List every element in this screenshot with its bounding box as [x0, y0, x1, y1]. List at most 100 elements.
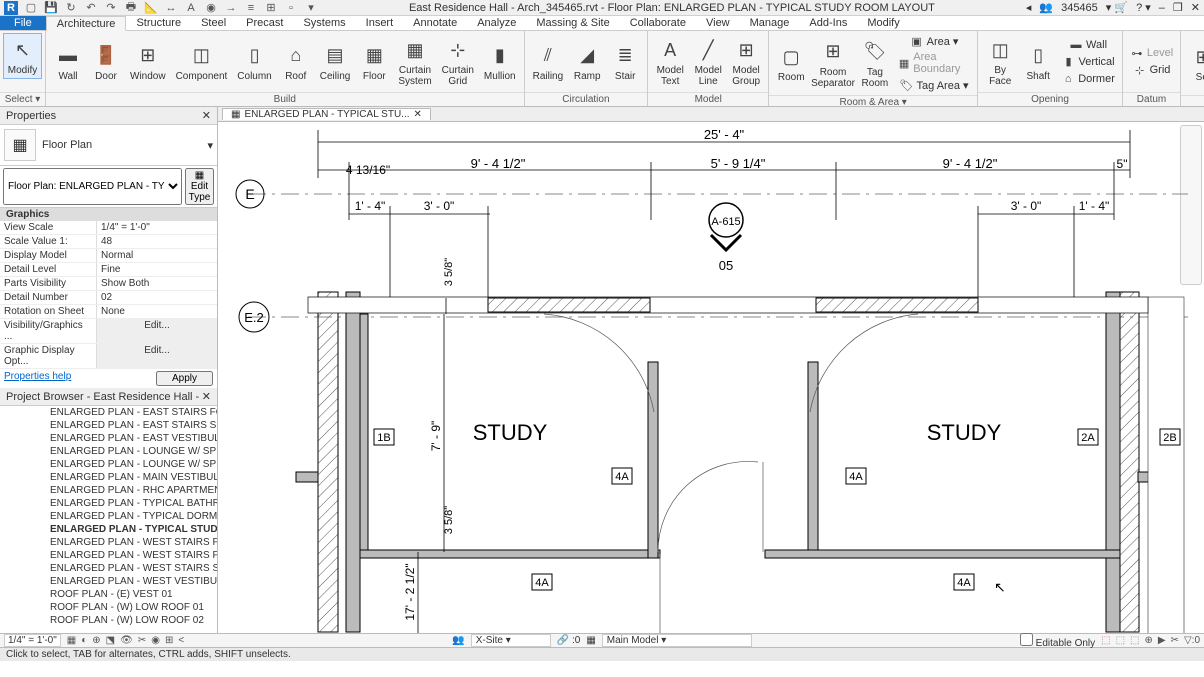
property-row[interactable]: Detail LevelFine — [0, 263, 217, 277]
apply-button[interactable]: Apply — [156, 371, 213, 386]
vc-icon[interactable]: ✂ — [138, 635, 146, 646]
modify-tool[interactable]: ↖ Modify — [3, 33, 42, 79]
vc-icon[interactable]: ⊕ — [92, 635, 100, 646]
vertical-opening-tool[interactable]: ▮Vertical — [1058, 54, 1118, 70]
browser-item[interactable]: ROOF PLAN - (E) VEST 01 — [0, 588, 217, 601]
property-row[interactable]: Detail Number02 — [0, 291, 217, 305]
vc-icon[interactable]: < — [178, 635, 184, 646]
shaft-tool[interactable]: ▯Shaft — [1020, 40, 1056, 84]
open-icon[interactable]: ▢ — [24, 1, 38, 15]
drawing-area[interactable]: ▦ ENLARGED PLAN - TYPICAL STU... ✕ E E.2… — [218, 107, 1204, 633]
select-panel-label[interactable]: Select ▾ — [0, 92, 45, 106]
dim-icon[interactable]: ↔ — [164, 1, 178, 15]
grid-tool[interactable]: ⊹Grid — [1127, 62, 1176, 78]
area-boundary-tool[interactable]: ▦Area Boundary — [895, 50, 973, 76]
ribbon-tab-add-ins[interactable]: Add-Ins — [799, 16, 857, 30]
sb-icon[interactable]: ▽:0 — [1184, 635, 1200, 646]
door-tool[interactable]: 🚪Door — [88, 40, 124, 84]
help-icon[interactable]: ? ▾ — [1136, 1, 1151, 14]
sb-icon[interactable]: ⬚ — [1116, 635, 1125, 646]
stair-tool[interactable]: ≣Stair — [607, 40, 643, 84]
vc-icon[interactable]: ⊞ — [165, 635, 173, 646]
ribbon-tab-annotate[interactable]: Annotate — [403, 16, 467, 30]
editable-only-checkbox[interactable]: Editable Only — [1020, 633, 1095, 649]
workset-icon[interactable]: 👥 — [452, 635, 464, 646]
browser-item[interactable]: ENLARGED PLAN - EAST STAIRS SEC — [0, 419, 217, 432]
browser-item[interactable]: ROOF PLAN - (W) LOW ROOF 01 — [0, 601, 217, 614]
ceiling-tool[interactable]: ▤Ceiling — [316, 40, 355, 84]
component-tool[interactable]: ◫Component — [172, 40, 232, 84]
room-tool[interactable]: ▢Room — [773, 41, 809, 85]
ribbon-tab-modify[interactable]: Modify — [857, 16, 909, 30]
column-tool[interactable]: ▯Column — [233, 40, 275, 84]
measure-icon[interactable]: 📐 — [144, 1, 158, 15]
restore-icon[interactable]: ❐ — [1173, 1, 1183, 14]
browser-item[interactable]: ENLARGED PLAN - LOUNGE W/ SPIR — [0, 445, 217, 458]
property-row[interactable]: Scale Value 1:48 — [0, 235, 217, 249]
ribbon-tab-massing-site[interactable]: Massing & Site — [526, 16, 619, 30]
user-icon[interactable]: 👥 — [1039, 1, 1053, 14]
print-icon[interactable]: 🖶 — [124, 1, 138, 15]
ribbon-tab-insert[interactable]: Insert — [356, 16, 404, 30]
ribbon-tab-precast[interactable]: Precast — [236, 16, 293, 30]
browser-item[interactable]: ENLARGED PLAN - EAST VESTIBULE — [0, 432, 217, 445]
vc-icon[interactable]: 👁 — [120, 635, 133, 646]
ribbon-tab-manage[interactable]: Manage — [740, 16, 800, 30]
railing-tool[interactable]: ⫽Railing — [529, 40, 568, 84]
section-icon[interactable]: → — [224, 1, 238, 15]
browser-item[interactable]: ENLARGED PLAN - TYPICAL DORM U — [0, 510, 217, 523]
browser-item[interactable]: ROOF PLAN - (W) LOW ROOF 02 — [0, 614, 217, 627]
view-tab[interactable]: ▦ ENLARGED PLAN - TYPICAL STU... ✕ — [222, 108, 431, 120]
ramp-tool[interactable]: ◢Ramp — [569, 40, 605, 84]
file-tab[interactable]: File — [0, 16, 46, 30]
wall-opening-tool[interactable]: ▬Wall — [1058, 37, 1118, 53]
browser-item[interactable]: ENLARGED PLAN - RHC APARTMENT — [0, 484, 217, 497]
text-tool[interactable]: AModel Text — [652, 34, 688, 89]
mullion-tool[interactable]: ▮Mullion — [480, 40, 520, 84]
browser-item[interactable]: ENLARGED PLAN - WEST STAIRS FO — [0, 549, 217, 562]
ribbon-tab-structure[interactable]: Structure — [126, 16, 191, 30]
property-row[interactable]: Visibility/Graphics ...Edit... — [0, 319, 217, 344]
browser-item[interactable]: ENLARGED PLAN - MAIN VESTIBULE — [0, 471, 217, 484]
tag-room-tool[interactable]: 🏷Tag Room — [857, 36, 893, 91]
sb-icon[interactable]: ⬚ — [1130, 635, 1139, 646]
browser-item[interactable]: ENLARGED PLAN - WEST STAIRS SEC — [0, 562, 217, 575]
switch-icon[interactable]: ▫ — [284, 1, 298, 15]
ribbon-tab-steel[interactable]: Steel — [191, 16, 236, 30]
text-icon[interactable]: A — [184, 1, 198, 15]
close-view-icon[interactable]: ✕ — [414, 109, 422, 120]
project-browser[interactable]: ENLARGED PLAN - EAST STAIRS FOUENLARGED … — [0, 406, 217, 633]
cart-icon[interactable]: ▾ 🛒 — [1106, 1, 1128, 14]
close-properties-icon[interactable]: ✕ — [202, 109, 211, 122]
property-row[interactable]: Graphic Display Opt...Edit... — [0, 344, 217, 369]
save-icon[interactable]: 💾 — [44, 1, 58, 15]
property-row[interactable]: View Scale1/4" = 1'-0" — [0, 221, 217, 235]
ribbon-tab-view[interactable]: View — [696, 16, 740, 30]
info-icon[interactable]: ◂ — [1026, 1, 1032, 14]
property-row[interactable]: Rotation on SheetNone — [0, 305, 217, 319]
app-icon[interactable]: R — [4, 1, 18, 15]
undo-icon[interactable]: ↶ — [84, 1, 98, 15]
vc-icon[interactable]: ◐ — [81, 635, 87, 646]
dormer-tool[interactable]: ⌂Dormer — [1058, 71, 1118, 87]
ribbon-tab-architecture[interactable]: Architecture — [46, 16, 127, 31]
close-browser-icon[interactable]: ✕ — [202, 390, 211, 403]
property-row[interactable]: Display ModelNormal — [0, 249, 217, 263]
floor-plan-canvas[interactable]: E E.2 25' - 4" 4 13/16" 9' - 4 1/2" 5' - — [218, 122, 1204, 633]
dropdown-icon[interactable]: ▾ — [304, 1, 318, 15]
vc-icon[interactable]: ◉ — [151, 635, 160, 646]
ribbon-tab-collaborate[interactable]: Collaborate — [620, 16, 696, 30]
close-window-icon[interactable]: ✕ — [1191, 1, 1200, 14]
property-row[interactable]: Parts VisibilityShow Both — [0, 277, 217, 291]
curtain_grid-tool[interactable]: ⊹Curtain Grid — [438, 34, 478, 89]
sync-icon[interactable]: ↻ — [64, 1, 78, 15]
floor-tool[interactable]: ▦Floor — [356, 40, 392, 84]
area-tool[interactable]: ▣Area ▾ — [895, 33, 973, 49]
sb-icon[interactable]: ▶ — [1158, 635, 1166, 646]
redo-icon[interactable]: ↷ — [104, 1, 118, 15]
set-wp-tool[interactable]: ⊞Set — [1185, 41, 1204, 85]
wall-tool[interactable]: ▬Wall — [50, 40, 86, 84]
properties-help-link[interactable]: Properties help — [4, 371, 71, 386]
ribbon-tab-systems[interactable]: Systems — [293, 16, 355, 30]
curtain_system-tool[interactable]: ▦Curtain System — [394, 34, 435, 89]
